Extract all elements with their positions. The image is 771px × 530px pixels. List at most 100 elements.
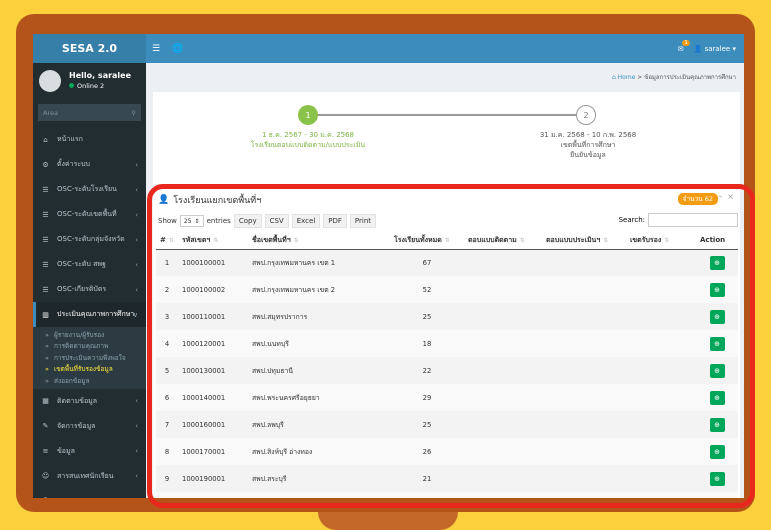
chevron-left-icon: ‹	[135, 447, 138, 455]
table-row: 101000200001สพป.ชลบุรี ระยอง51 ⊕	[156, 492, 738, 498]
sidebar-item[interactable]: ⚙ ตั้งค่าระบบ ‹	[33, 152, 146, 177]
submenu-item[interactable]: » ส่งออกข้อมูล	[33, 375, 146, 387]
avatar[interactable]	[39, 69, 61, 92]
submenu-item[interactable]: » ผู้รายงาน/ผู้รับรอง	[33, 329, 146, 341]
zoom-in-icon[interactable]: ⊕	[709, 363, 725, 378]
row-empty-cell	[626, 384, 696, 411]
col-followup[interactable]: ตอบแบบติดตาม ⇅	[464, 232, 542, 250]
zoom-in-icon[interactable]: ⊕	[709, 471, 725, 486]
collapse-icon[interactable]: –	[718, 192, 722, 201]
sidebar-item[interactable]: ☰ OSC-ระดับเขตพื้นที่ ‹	[33, 202, 146, 227]
row-action: ⊕	[696, 276, 738, 303]
bars-icon[interactable]: ☰	[152, 44, 160, 54]
row-empty-cell	[464, 411, 542, 438]
col-code[interactable]: รหัสเขตฯ ⇅	[178, 232, 248, 250]
row-number: 1	[156, 249, 178, 276]
sidebar-item[interactable]: ⌂ หน้าแรก	[33, 127, 146, 152]
col-name[interactable]: ชื่อเขตพื้นที่ฯ ⇅	[248, 232, 390, 250]
row-code: 1000100002	[178, 276, 248, 303]
zoom-in-icon[interactable]: ⊕	[709, 336, 725, 351]
row-empty-cell	[542, 330, 626, 357]
sidebar-item[interactable]: ☺ สารสนเทศนักเรียน ‹	[33, 464, 146, 489]
submenu: » ผู้รายงาน/ผู้รับรอง» การติดตามคุณภาพ» การ…	[33, 327, 146, 389]
csv-button[interactable]: CSV	[264, 214, 289, 228]
submenu-item[interactable]: » การติดตามคุณภาพ	[33, 341, 146, 353]
excel-button[interactable]: Excel	[291, 214, 321, 228]
search-input[interactable]: Area	[43, 109, 58, 117]
row-empty-cell	[464, 330, 542, 357]
globe-icon[interactable]: 🌐	[172, 44, 183, 54]
sidebar-item[interactable]: ☰ OSC-ระดับ สพฐ ‹	[33, 252, 146, 277]
sidebar-item[interactable]: ☰ OSC-ระดับกลุ่มจังหวัด ‹	[33, 227, 146, 252]
print-button[interactable]: Print	[349, 214, 377, 228]
pdf-button[interactable]: PDF	[323, 214, 347, 228]
row-name: สพป.พระนครศรีอยุธยา	[248, 384, 390, 411]
table-row: 3 1000110001 สพป.สมุทรปราการ 25 ⊕	[156, 303, 738, 330]
table-row: 9 1000190001 สพป.สระบุรี 21 ⊕	[156, 465, 738, 492]
row-number: 8	[156, 438, 178, 465]
sidebar-item-label: OSC-ระดับเขตพื้นที่	[57, 210, 117, 218]
row-code: 1000120001	[178, 330, 248, 357]
row-code: 1000110001	[178, 303, 248, 330]
row-code: 1000190001	[178, 465, 248, 492]
col-certified[interactable]: เขตรับรอง ⇅	[626, 232, 696, 250]
close-icon[interactable]: ×	[727, 192, 734, 201]
row-empty-cell	[626, 465, 696, 492]
laptop-notch	[318, 512, 458, 530]
zoom-in-icon[interactable]: ⊕	[709, 417, 725, 432]
chevron-left-icon: ‹	[135, 285, 138, 294]
sidebar-search[interactable]: Area ⚲	[38, 104, 141, 121]
row-code: 1000160001	[178, 411, 248, 438]
col-no[interactable]: # ⇅	[156, 232, 178, 250]
zoom-in-icon[interactable]: ⊕	[709, 255, 725, 270]
zoom-in-icon[interactable]: ⊕	[709, 309, 725, 324]
count-badge: จำนวน 62	[677, 193, 718, 205]
sidebar-item[interactable]: ☰ OSC-ระดับโรงเรียน ‹	[33, 177, 146, 202]
submenu-item[interactable]: » เขตพื้นที่รับรองข้อมูล	[33, 364, 146, 376]
zoom-in-icon[interactable]: ⊕	[709, 444, 725, 459]
entries-select[interactable]: 25 ⇕	[179, 215, 204, 227]
row-action: ⊕	[696, 330, 738, 357]
col-total[interactable]: โรงเรียนทั้งหมด ⇅	[390, 232, 464, 250]
user-menu[interactable]: 👤 saralee ▾	[694, 45, 736, 53]
row-empty-cell	[542, 303, 626, 330]
row-number: 5	[156, 357, 178, 384]
zoom-in-icon[interactable]: ⊕	[709, 282, 725, 297]
table-row: 4 1000120001 สพป.นนทบุรี 18 ⊕	[156, 330, 738, 357]
submenu-item[interactable]: » การประเมินความพึงพอใจ	[33, 352, 146, 364]
table-row: 5 1000130001 สพป.ปทุมธานี 22 ⊕	[156, 357, 738, 384]
row-empty-cell	[542, 465, 626, 492]
row-empty-cell	[542, 249, 626, 276]
search-icon[interactable]: ⚲	[131, 109, 136, 117]
sidebar-item[interactable]: ✎ จัดการข้อมูล ‹	[33, 414, 146, 439]
user-icon: ☺	[41, 472, 50, 480]
row-name: สพป.ปทุมธานี	[248, 357, 390, 384]
row-empty-cell	[464, 357, 542, 384]
breadcrumb-current: ข้อมูลการประเมินคุณภาพการศึกษา	[644, 74, 736, 81]
breadcrumb-home[interactable]: ⌂ Home	[612, 74, 635, 81]
sidebar-item[interactable]: ▥ ประเมินคุณภาพการศึกษา ∨	[33, 302, 146, 327]
row-empty-cell	[626, 438, 696, 465]
zoom-in-icon[interactable]: ⊕	[709, 390, 725, 405]
online-status: Online 2	[69, 82, 131, 90]
top-header: ☰ 🌐 ✉ 1 👤 saralee ▾	[146, 34, 744, 63]
row-empty-cell	[542, 276, 626, 303]
row-empty-cell	[626, 276, 696, 303]
sidebar-item[interactable]: ☻ สารสนเทศบุคลากร ‹	[33, 489, 146, 499]
row-empty-cell	[542, 384, 626, 411]
row-code: 1000130001	[178, 357, 248, 384]
user-icon: 👤	[158, 195, 170, 205]
row-action: ⊕	[696, 249, 738, 276]
double-chevron-icon: »	[45, 365, 49, 374]
sidebar-item[interactable]: ≡ ข้อมูล ‹	[33, 439, 146, 464]
col-assessment[interactable]: ตอบแบบประเมินฯ ⇅	[542, 232, 626, 250]
table-search-input[interactable]	[648, 213, 738, 227]
copy-button[interactable]: Copy	[233, 214, 262, 228]
chevron-left-icon: ‹	[135, 210, 138, 219]
sidebar-item[interactable]: ☰ OSC-เกียรติบัตร ‹	[33, 277, 146, 302]
mail-icon[interactable]: ✉ 1	[678, 39, 690, 53]
row-empty-cell	[464, 303, 542, 330]
header-right: ✉ 1 👤 saralee ▾	[678, 39, 736, 53]
app-logo[interactable]: SESA 2.0	[33, 34, 146, 63]
sidebar-item[interactable]: ▦ ติดตามข้อมูล ‹	[33, 389, 146, 414]
